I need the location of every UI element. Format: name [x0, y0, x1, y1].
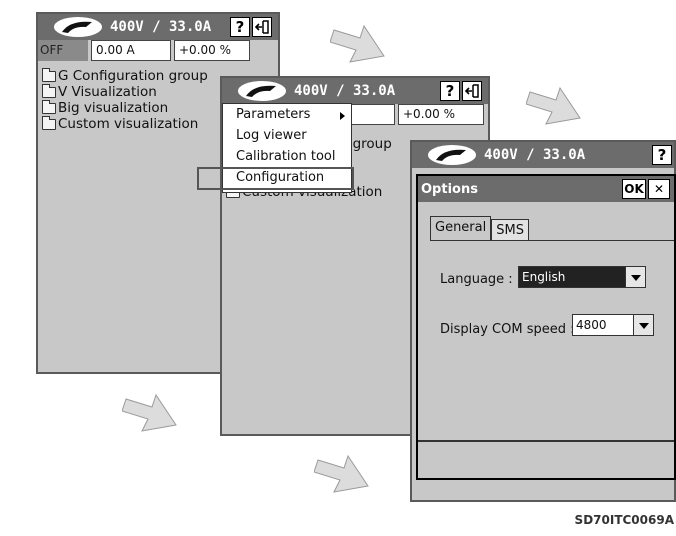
language-label: Language : — [440, 272, 513, 287]
dropdown-arrow-icon[interactable] — [625, 267, 645, 287]
com-speed-label: Display COM speed : — [440, 322, 575, 337]
exit-icon — [464, 84, 479, 98]
language-select[interactable]: English — [518, 266, 646, 288]
help-button[interactable]: ? — [230, 17, 250, 37]
options-dialog: Options OK ✕ General SMS Language : Engl… — [416, 174, 676, 480]
tab-divider — [430, 240, 674, 241]
dialog-bottom-bar — [418, 440, 674, 478]
flow-arrow-icon — [330, 24, 385, 63]
submenu-arrow-icon — [340, 112, 345, 120]
voltage-current-label: 400V / 33.0A — [294, 83, 396, 99]
flow-arrow-icon — [314, 454, 369, 493]
title-bar: 400V / 33.0A ? — [38, 14, 278, 40]
exit-button[interactable] — [252, 17, 272, 37]
close-button[interactable]: ✕ — [648, 179, 670, 199]
folder-icon — [42, 67, 56, 82]
dialog-title-bar: Options OK ✕ — [418, 176, 674, 202]
tree-item[interactable]: V Visualization — [42, 83, 208, 100]
menu-item-parameters[interactable]: Parameters — [223, 106, 351, 127]
folder-icon — [42, 99, 56, 114]
exit-button[interactable] — [462, 81, 482, 101]
folder-icon — [42, 115, 56, 130]
status-row: OFF 0.00 A +0.00 % — [38, 40, 278, 61]
current-field: 0.00 A — [91, 40, 171, 61]
flow-arrow-icon — [122, 393, 177, 432]
folder-icon — [42, 83, 56, 98]
tree-item[interactable]: Big visualization — [42, 99, 208, 116]
help-button[interactable]: ? — [440, 81, 460, 101]
figure-code: SD70ITC0069A — [574, 513, 674, 527]
tree-item[interactable]: G Configuration group — [42, 67, 208, 84]
com-speed-value: 4800 — [576, 318, 607, 332]
status-state: OFF — [38, 40, 88, 61]
voltage-current-label: 400V / 33.0A — [484, 147, 586, 163]
title-bar: 400V / 33.0A ? — [222, 78, 488, 104]
percent-field: +0.00 % — [174, 40, 250, 61]
menu-item-log-viewer[interactable]: Log viewer — [223, 127, 351, 148]
exit-icon — [254, 20, 269, 34]
com-speed-select[interactable]: 4800 — [572, 314, 654, 336]
voltage-current-label: 400V / 33.0A — [110, 19, 212, 35]
ok-button[interactable]: OK — [622, 179, 646, 199]
dropdown-arrow-icon[interactable] — [633, 315, 653, 335]
brand-logo-icon — [428, 145, 476, 165]
title-bar: 400V / 33.0A ? — [412, 142, 674, 168]
tree-list: G Configuration group V Visualization Bi… — [42, 67, 208, 132]
brand-logo-icon — [54, 17, 102, 37]
brand-logo-icon — [238, 81, 286, 101]
tab-sms[interactable]: SMS — [491, 219, 529, 241]
tab-bar: General SMS — [430, 216, 529, 241]
menu-item-calibration-tool[interactable]: Calibration tool — [223, 148, 351, 169]
percent-field: +0.00 % — [398, 104, 484, 125]
tab-general[interactable]: General — [430, 216, 492, 241]
flow-arrow-icon — [526, 86, 581, 125]
dialog-title: Options — [421, 181, 478, 197]
help-button[interactable]: ? — [652, 145, 672, 165]
tree-item[interactable]: Custom visualization — [42, 115, 208, 132]
language-value: English — [519, 267, 625, 287]
configuration-highlight — [197, 167, 354, 190]
